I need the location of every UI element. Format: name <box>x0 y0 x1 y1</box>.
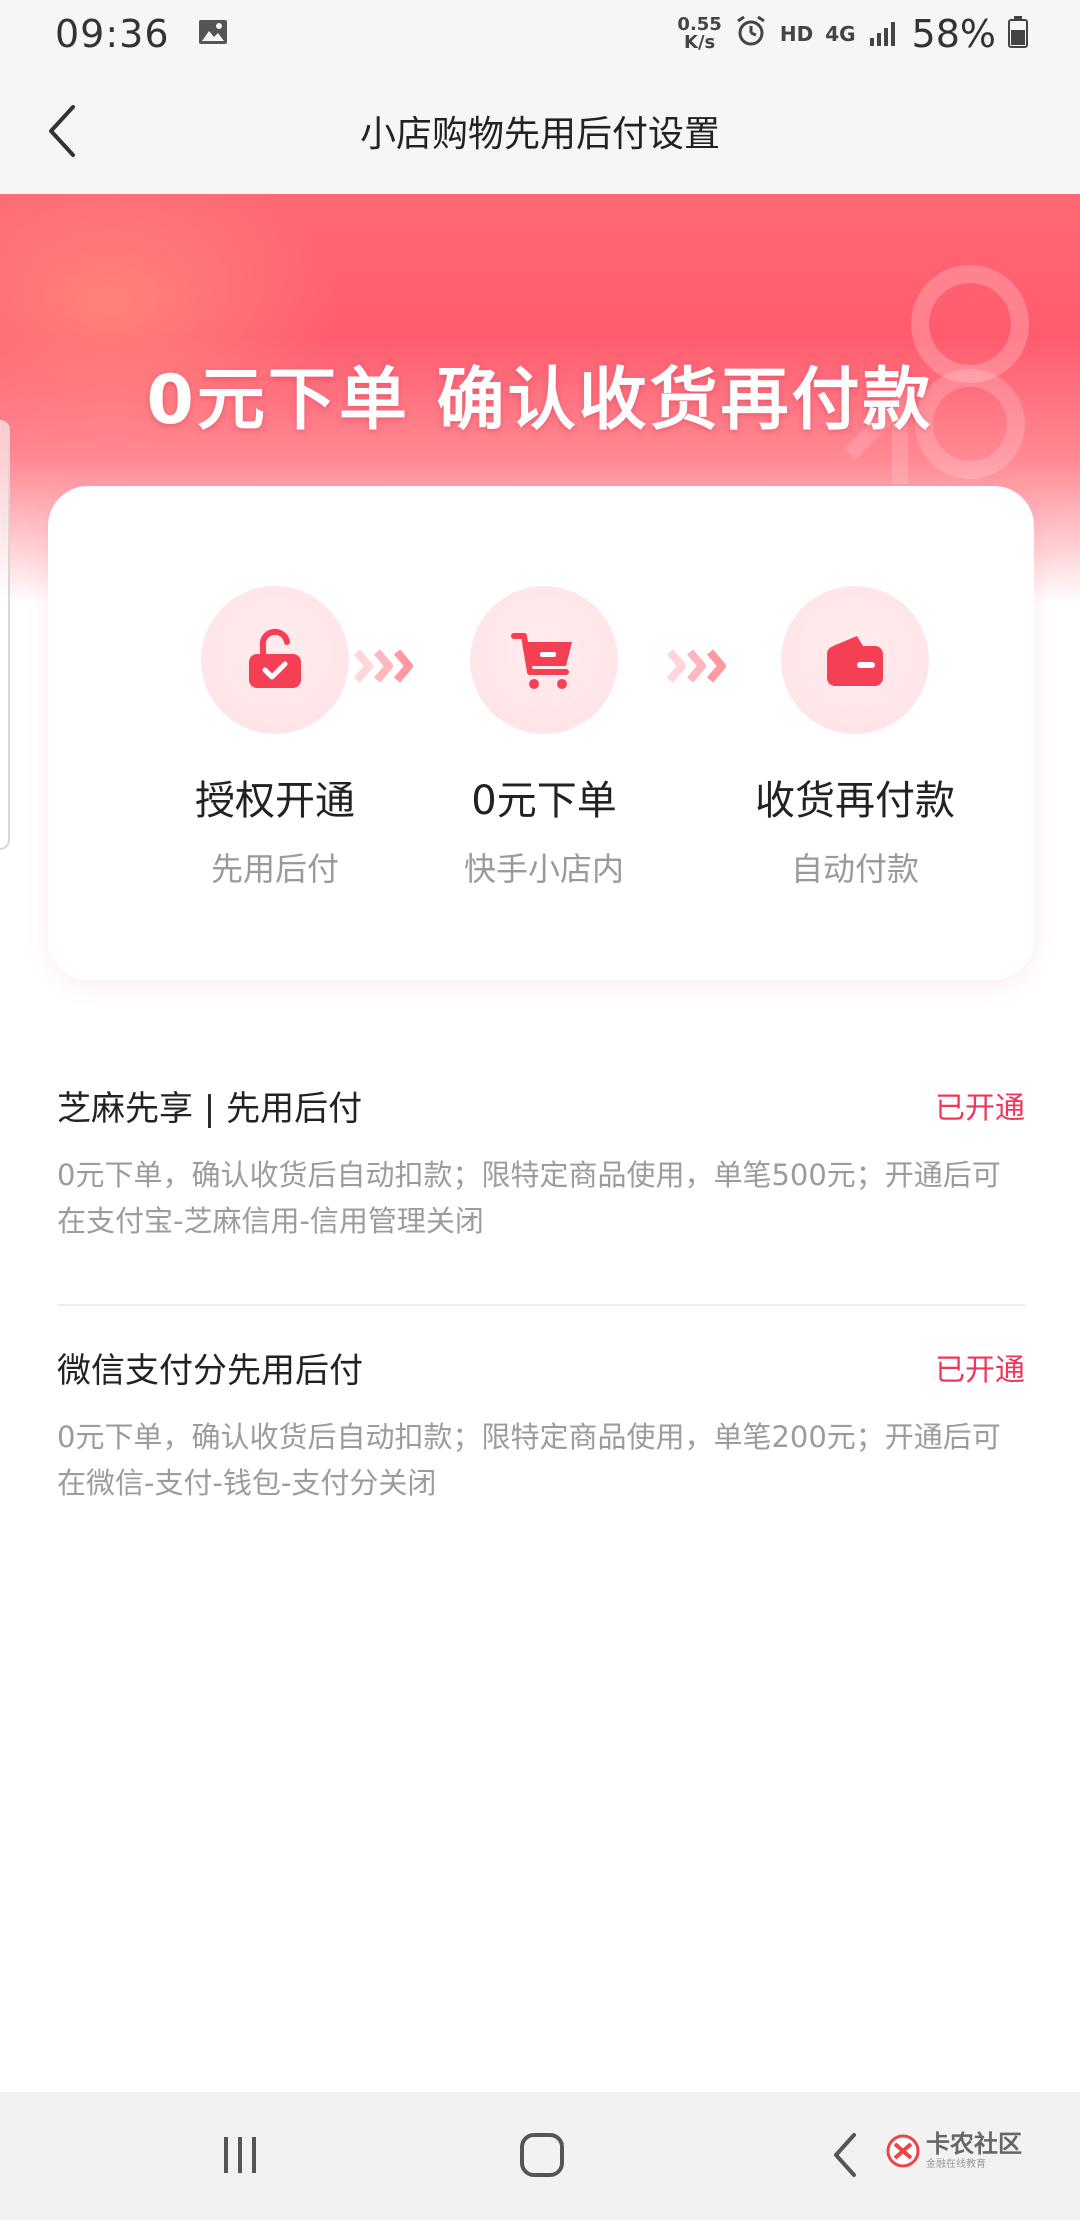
step-subtitle: 先用后付 <box>210 850 339 888</box>
watermark-logo: 卡农社区 金融在线教育 <box>886 2132 1022 2170</box>
battery-icon <box>1008 16 1028 52</box>
section-title: 芝麻先享 | 先用后付 <box>57 1088 363 1129</box>
net-speed-unit: K/s <box>684 32 716 53</box>
recent-apps-icon <box>224 2137 256 2173</box>
hd-indicator: HD <box>779 22 814 46</box>
system-nav-bar: 卡农社区 金融在线教育 <box>0 2092 1080 2220</box>
section-description: 0元下单，确认收货后自动扣款；限特定商品使用，单笔500元；开通后可在支付宝-芝… <box>57 1158 1001 1238</box>
step-pay-on-receipt: 收货再付款 自动付款 <box>725 586 985 890</box>
back-button[interactable] <box>30 98 96 164</box>
payment-option-wechat[interactable]: 微信支付分先用后付 已开通 0元下单，确认收货后自动扣款；限特定商品使用，单笔2… <box>57 1342 1025 1506</box>
battery-percent: 58% <box>911 12 996 56</box>
section-description: 0元下单，确认收货后自动扣款；限特定商品使用，单笔200元；开通后可在微信-支付… <box>57 1420 1001 1500</box>
image-icon <box>198 19 228 49</box>
section-title: 微信支付分先用后付 <box>57 1350 363 1391</box>
banner-headline: 0元下单 确认收货再付款 <box>146 361 934 440</box>
watermark-main: 卡农社区 <box>926 2130 1022 2158</box>
watermark-sub: 金融在线教育 <box>926 2159 986 2170</box>
edge-panel-handle[interactable] <box>0 420 10 850</box>
step-subtitle: 自动付款 <box>790 850 919 888</box>
chevron-left-icon <box>49 105 75 157</box>
home-icon <box>520 2133 564 2177</box>
section-header: 微信支付分先用后付 已开通 <box>57 1342 1025 1392</box>
payment-option-zhima[interactable]: 芝麻先享 | 先用后付 已开通 0元下单，确认收货后自动扣款；限特定商品使用，单… <box>57 1080 1025 1244</box>
step-subtitle: 快手小店内 <box>463 850 624 888</box>
title-bar: 小店购物先用后付设置 <box>0 68 1080 194</box>
double-chevron-right-icon <box>353 649 413 683</box>
alarm-icon <box>734 15 768 53</box>
status-bar: 09:36 0.55 K/s HD 4G 58% <box>0 0 1080 68</box>
step-icon-circle <box>470 586 618 734</box>
step-icon-circle <box>201 586 349 734</box>
status-badge[interactable]: 已开通 <box>935 1083 1025 1127</box>
step-title: 0元下单 <box>471 778 617 824</box>
signal-icon <box>868 18 900 50</box>
step-authorize: 授权开通 先用后付 <box>145 586 405 890</box>
status-right: 0.55 K/s HD 4G 58% <box>677 12 1028 56</box>
net-speed: 0.55 K/s <box>677 16 721 52</box>
step-title: 授权开通 <box>195 778 355 824</box>
page-title: 小店购物先用后付设置 <box>359 114 720 155</box>
home-button[interactable] <box>502 2122 582 2188</box>
status-badge[interactable]: 已开通 <box>935 1345 1025 1389</box>
wallet-icon <box>827 636 883 686</box>
steps-card: 授权开通 先用后付 0元下单 快手小店内 收货再付款 自动付款 <box>48 486 1034 980</box>
status-time: 09:36 <box>55 12 170 56</box>
kanong-logo-icon <box>886 2134 920 2168</box>
step-icon-circle <box>781 586 929 734</box>
section-header: 芝麻先享 | 先用后付 已开通 <box>57 1080 1025 1130</box>
cart-icon <box>511 633 572 689</box>
network-type: 4G <box>825 22 856 46</box>
recent-apps-button[interactable] <box>200 2122 280 2188</box>
watermark-text: 卡农社区 金融在线教育 <box>926 2132 1022 2170</box>
back-arrow-icon <box>834 2133 856 2177</box>
screen: 09:36 0.55 K/s HD 4G 58% 小店购物先用后付设置 0元下单… <box>0 0 1080 2220</box>
step-zero-order: 0元下单 快手小店内 <box>414 586 674 890</box>
status-left: 09:36 <box>55 12 228 56</box>
step-title: 收货再付款 <box>755 778 955 824</box>
system-back-button[interactable] <box>805 2122 885 2188</box>
divider <box>57 1304 1025 1306</box>
unlock-icon <box>249 628 301 688</box>
